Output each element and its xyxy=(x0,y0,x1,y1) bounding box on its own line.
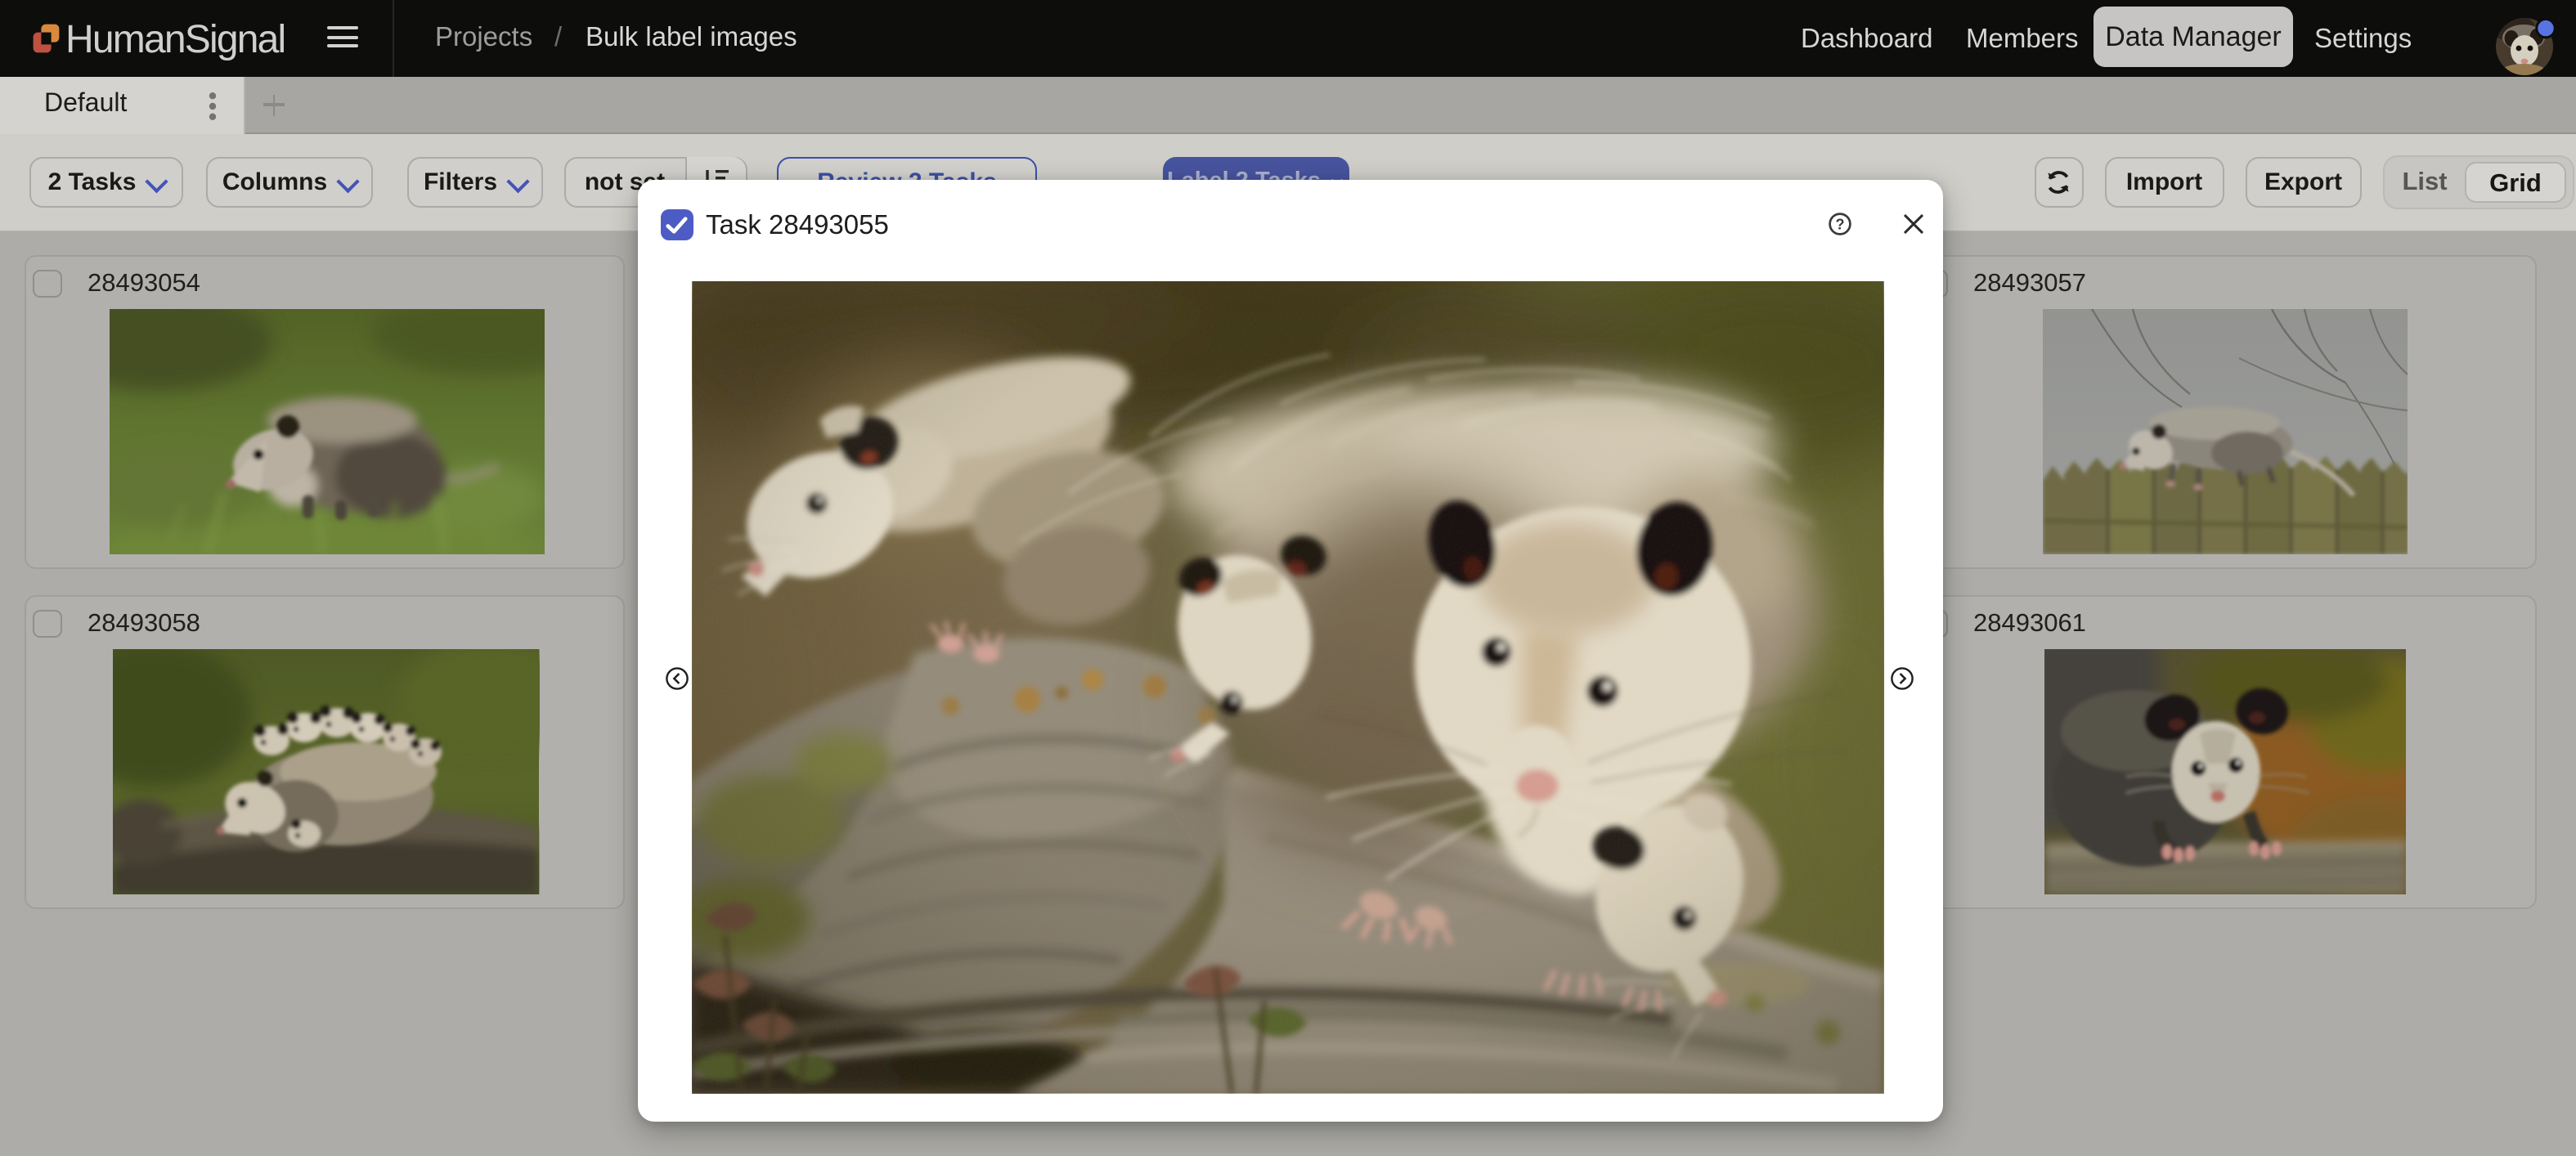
svg-text:?: ? xyxy=(1836,215,1845,231)
